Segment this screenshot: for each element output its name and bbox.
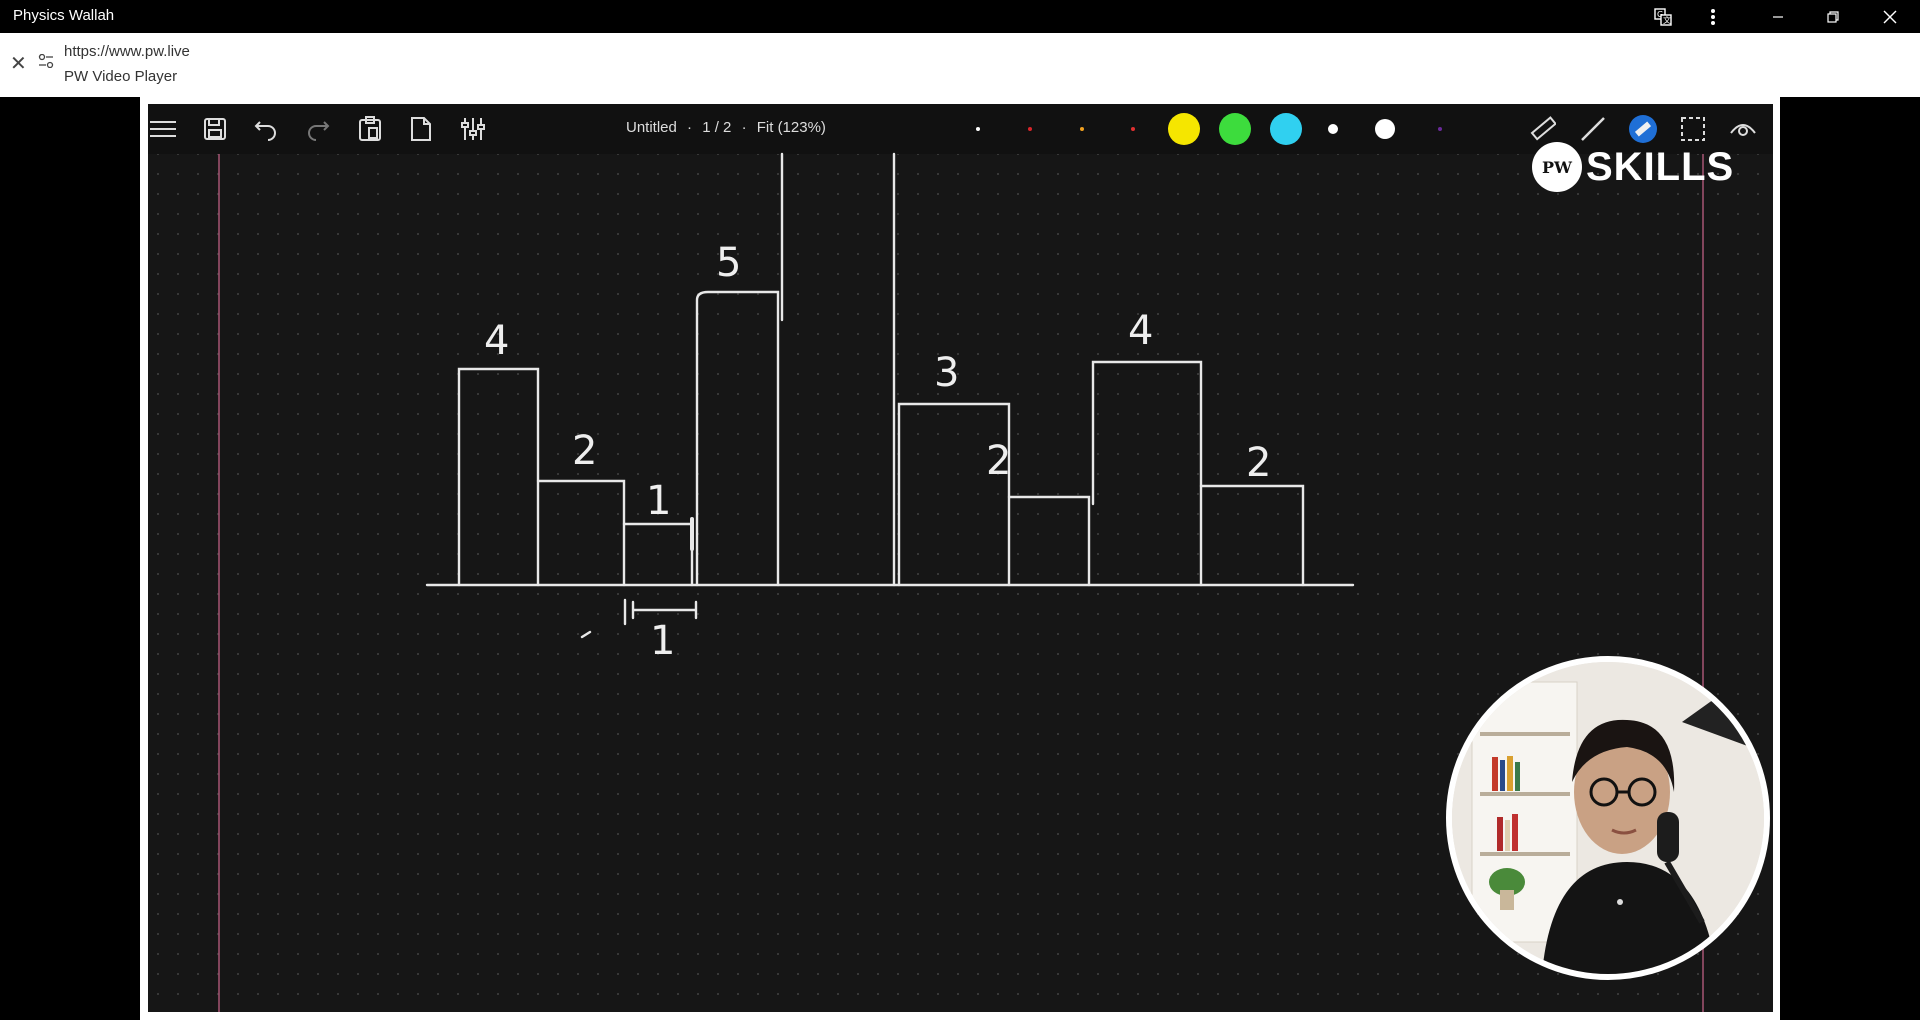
label-bar-7: 4 [1128, 308, 1153, 354]
bar-5 [695, 290, 780, 587]
label-bar-3: 1 [646, 478, 671, 524]
bar-4 [457, 367, 540, 587]
label-bar-2: 2 [572, 428, 597, 474]
bar-2c [1199, 484, 1305, 587]
svg-text:文: 文 [1663, 15, 1671, 25]
translate-icon[interactable]: G文 [1640, 0, 1686, 33]
width-bracket [631, 600, 698, 620]
site-settings-icon[interactable] [38, 53, 54, 73]
stray-mark [580, 630, 592, 639]
label-bar-1: 4 [484, 318, 509, 364]
bar-1 [622, 522, 694, 587]
close-window-icon[interactable] [1867, 0, 1913, 33]
window-title: Physics Wallah [13, 7, 115, 24]
window-title-bar: Physics Wallah G文 [0, 0, 1920, 33]
page-subtitle: PW Video Player [64, 68, 178, 85]
minimize-icon[interactable] [1755, 0, 1801, 33]
bar-4b [1091, 360, 1203, 587]
label-bar-8: 2 [1246, 440, 1271, 486]
label-width: 1 [650, 618, 675, 664]
page-url[interactable]: https://www.pw.live [64, 43, 190, 60]
bar-2 [536, 479, 626, 587]
whiteboard: Untitled · 1 / 2 · Fit (123%) PW SKILLS … [148, 104, 1773, 1012]
bar-3 [897, 402, 1011, 587]
restore-icon[interactable] [1810, 0, 1856, 33]
more-vert-icon[interactable] [1690, 0, 1736, 33]
bar-2b [1007, 495, 1091, 587]
close-icon[interactable]: ✕ [10, 51, 27, 76]
label-bar-4: 5 [716, 240, 741, 286]
label-bar-5: 3 [934, 350, 959, 396]
label-bar-6: 2 [986, 438, 1011, 484]
url-bar: ✕ https://www.pw.live PW Video Player [0, 33, 1920, 97]
instructor-webcam [1446, 656, 1770, 980]
